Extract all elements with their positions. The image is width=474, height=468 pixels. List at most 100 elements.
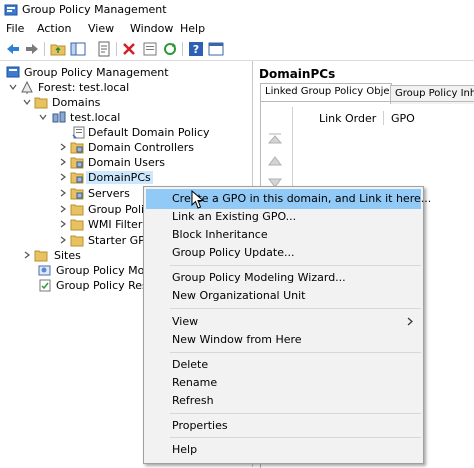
gpmc-icon [6,66,20,78]
details-title: DomainPCs [259,67,336,81]
title-bar: Group Policy Management [0,0,474,21]
forest-icon [21,81,33,94]
menu-item-label: Properties [172,419,228,432]
chevron-right-icon[interactable] [58,219,68,229]
menu-file[interactable]: File [6,22,24,35]
refresh-icon[interactable] [162,41,178,57]
chevron-right-icon[interactable] [58,235,68,245]
tree-label: Forest: test.local [38,81,130,94]
menu-item-new-ou[interactable]: New Organizational Unit [146,286,421,306]
show-hide-tree-icon[interactable] [70,41,86,57]
export-icon[interactable] [142,41,158,57]
chevron-down-icon[interactable] [38,112,48,122]
menu-item-label: Rename [172,376,218,389]
chevron-down-icon[interactable] [8,82,18,92]
menu-item-label: New Window from Here [172,333,302,346]
menu-separator [170,265,421,266]
tree-label: Default Domain Policy [88,126,210,139]
tree-label: Group Polic [88,203,151,216]
menu-item-delete[interactable]: Delete [146,355,421,375]
delete-icon[interactable] [121,41,137,57]
ou-folder-icon [70,157,84,169]
menu-item-rename[interactable]: Rename [146,373,421,393]
tree-label: DomainPCs [86,171,153,184]
chevron-right-icon[interactable] [58,204,68,214]
menu-item-gp-update[interactable]: Group Policy Update... [146,243,421,263]
chevron-right-icon[interactable] [58,188,68,198]
folder-icon [34,97,48,109]
toolbar-separator [116,42,117,56]
menu-item-label: Block Inheritance [172,228,268,241]
menu-item-label: Delete [172,358,209,371]
help-icon[interactable]: ? [188,41,204,57]
folder-icon [34,250,48,262]
move-top-icon[interactable] [268,133,282,145]
menu-item-modeling-wizard[interactable]: Group Policy Modeling Wizard... [146,268,421,288]
toolbar: ? [0,38,474,61]
context-menu: Create a GPO in this domain, and Link it… [143,186,431,464]
menu-separator [170,413,421,414]
gpmc-app-icon [4,4,18,16]
menu-item-label: Refresh [172,394,214,407]
menu-separator [170,437,421,438]
chevron-right-icon [407,317,413,326]
menu-item-create-gpo-and-link[interactable]: Create a GPO in this domain, and Link it… [146,189,431,209]
menu-action[interactable]: Action [37,22,71,35]
toolbar-separator [44,42,45,56]
chevron-right-icon[interactable] [58,142,68,152]
folder-icon [70,204,84,216]
modeling-icon [38,265,51,276]
menu-item-label: Link an Existing GPO... [172,210,297,223]
column-header-link-order[interactable]: Link Order [319,112,376,125]
domain-icon [52,111,66,123]
mouse-cursor-icon [191,190,205,209]
ou-folder-icon [70,142,84,154]
gpmc-window: Group Policy Management File Action View… [0,0,474,468]
menu-item-label: Create a GPO in this domain, and Link it… [172,192,432,205]
menu-item-label: View [172,315,199,328]
column-separator[interactable] [383,111,384,125]
move-up-icon[interactable] [268,155,282,167]
menu-item-label: Group Policy Update... [172,246,295,259]
tree-label: Sites [54,249,81,262]
menu-item-properties[interactable]: Properties [146,416,421,436]
menu-separator [170,308,421,309]
properties-icon[interactable] [96,41,112,57]
menu-item-block-inheritance[interactable]: Block Inheritance [146,225,421,245]
menu-help[interactable]: Help [180,22,205,35]
chevron-right-icon[interactable] [58,172,68,182]
chevron-right-icon[interactable] [58,157,68,167]
menu-item-link-existing-gpo[interactable]: Link an Existing GPO... [146,207,421,227]
tree-label: test.local [70,111,121,124]
tree-label: Domain Users [88,156,165,169]
chevron-right-icon[interactable] [22,250,32,260]
tree-label: WMI Filters [88,218,149,231]
gpo-link-icon [72,126,85,139]
tree-label: Domains [52,96,101,109]
menu-window[interactable]: Window [130,22,173,35]
menu-item-new-window[interactable]: New Window from Here [146,330,421,350]
menu-separator [170,352,421,353]
menu-item-view[interactable]: View [146,312,421,332]
menu-item-label: Help [172,443,198,456]
menu-item-refresh[interactable]: Refresh [146,391,421,411]
tree-label: Servers [88,187,130,200]
ou-folder-icon [70,172,84,184]
folder-icon [70,235,84,247]
toolbar-separator [182,42,183,56]
menu-item-help[interactable]: Help [146,440,421,460]
forward-icon[interactable] [24,41,40,57]
tree-label: Group Policy Management [24,66,169,79]
tab-linked-gpos[interactable]: Linked Group Policy Objects [260,83,392,102]
window-title: Group Policy Management [22,3,167,16]
up-folder-icon[interactable] [50,41,66,57]
column-header-gpo[interactable]: GPO [391,112,415,125]
chevron-down-icon[interactable] [22,97,32,107]
console-icon[interactable] [208,41,224,57]
svg-text:?: ? [193,43,199,56]
menu-item-label: Group Policy Modeling Wizard... [172,271,346,284]
menu-view[interactable]: View [88,22,114,35]
results-icon [39,279,51,292]
back-icon[interactable] [5,41,21,57]
details-tabs: Linked Group Policy Objects Group Policy… [260,83,474,104]
